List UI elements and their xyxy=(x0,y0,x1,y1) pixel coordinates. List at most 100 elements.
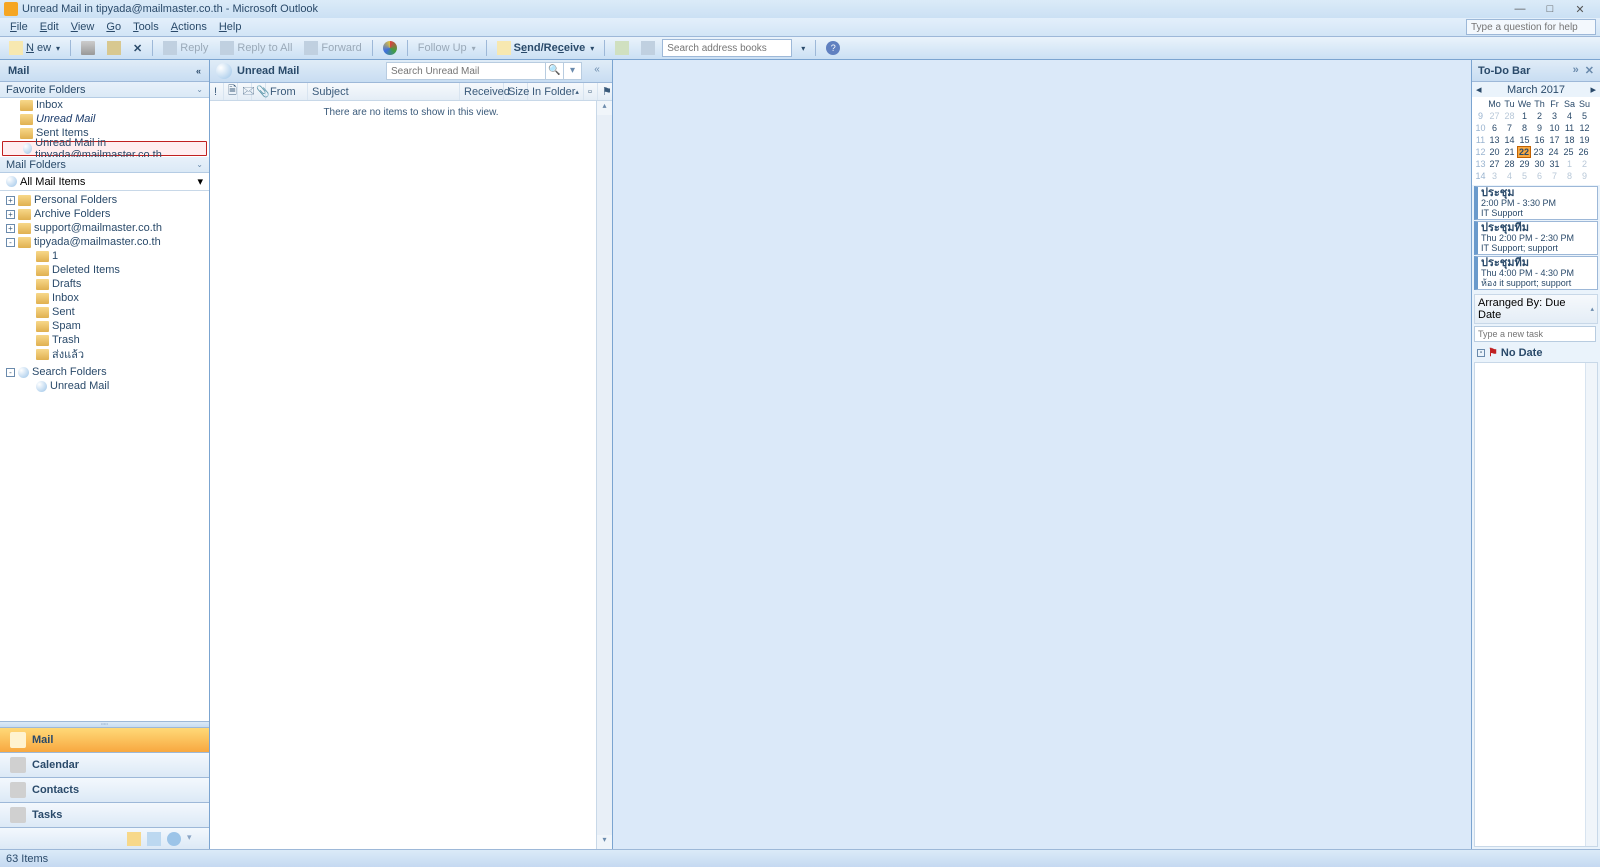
menu-file[interactable]: File xyxy=(4,21,34,33)
scroll-up-icon[interactable]: ▴ xyxy=(597,101,612,115)
tree-item[interactable]: +Personal Folders xyxy=(0,193,209,207)
calendar-day[interactable]: 8 xyxy=(1562,170,1577,182)
todo-scrollbar[interactable] xyxy=(1585,363,1597,846)
menu-edit[interactable]: Edit xyxy=(34,21,65,33)
calendar-day[interactable]: 23 xyxy=(1531,146,1546,158)
help-search-input[interactable] xyxy=(1466,19,1596,35)
calendar-day[interactable]: 5 xyxy=(1577,110,1592,122)
calendar-day[interactable]: 2 xyxy=(1532,110,1547,122)
calendar-day[interactable]: 31 xyxy=(1547,158,1562,170)
calendar-day[interactable]: 7 xyxy=(1502,122,1517,134)
expand-icon[interactable]: + xyxy=(6,210,15,219)
calendar-day[interactable]: 6 xyxy=(1487,122,1502,134)
delete-button[interactable]: ✕ xyxy=(128,40,147,57)
col-categories[interactable]: ▫ xyxy=(584,83,598,100)
calendar-day[interactable]: 1 xyxy=(1562,158,1577,170)
maximize-button[interactable]: □ xyxy=(1540,3,1560,16)
tree-item[interactable]: Drafts xyxy=(0,277,209,291)
col-attachment[interactable]: 📎 xyxy=(252,83,266,100)
search-dropdown-icon[interactable]: ▾ xyxy=(564,62,582,80)
expand-icon[interactable]: - xyxy=(6,368,15,377)
notes-icon[interactable] xyxy=(127,832,141,846)
close-button[interactable]: ✕ xyxy=(1570,3,1590,16)
help-button[interactable]: ? xyxy=(821,39,845,57)
col-from[interactable]: From xyxy=(266,83,308,100)
dropdown-icon[interactable]: ▾ xyxy=(197,175,203,188)
scroll-down-icon[interactable]: ▾ xyxy=(597,835,612,849)
follow-up-button[interactable]: Follow Up▾ xyxy=(413,40,481,56)
favorite-folders-header[interactable]: Favorite Folders ⌄ xyxy=(0,82,209,98)
all-mail-items[interactable]: All Mail Items ▾ xyxy=(0,173,209,191)
mail-folders-header[interactable]: Mail Folders ⌄ xyxy=(0,157,209,173)
favorite-folder[interactable]: Inbox xyxy=(0,98,209,112)
new-task-input[interactable] xyxy=(1474,326,1596,342)
move-button[interactable] xyxy=(102,39,126,57)
appointment[interactable]: ประชุม2:00 PM - 3:30 PMIT Support xyxy=(1474,186,1598,220)
calendar-day[interactable]: 21 xyxy=(1502,146,1517,158)
prev-month-icon[interactable]: ◂ xyxy=(1476,83,1482,96)
address-search-input[interactable] xyxy=(662,39,792,57)
calendar-day[interactable]: 27 xyxy=(1487,158,1502,170)
categorize-button[interactable] xyxy=(378,39,402,57)
print-button[interactable] xyxy=(76,39,100,57)
calendar-day[interactable]: 11 xyxy=(1562,122,1577,134)
col-received[interactable]: Received xyxy=(460,83,504,100)
tree-item[interactable]: Trash xyxy=(0,333,209,347)
menu-help[interactable]: Help xyxy=(213,21,248,33)
search-icon[interactable]: 🔍 xyxy=(546,62,564,80)
favorite-folder[interactable]: Unread Mail xyxy=(0,112,209,126)
shortcuts-icon[interactable] xyxy=(167,832,181,846)
nav-button-mail[interactable]: Mail xyxy=(0,727,209,752)
calendar-day[interactable]: 26 xyxy=(1576,146,1591,158)
calendar-day[interactable]: 24 xyxy=(1546,146,1561,158)
expand-icon[interactable]: + xyxy=(6,224,15,233)
calendar-day[interactable]: 4 xyxy=(1562,110,1577,122)
calendar-day[interactable]: 16 xyxy=(1532,134,1547,146)
calendar-day[interactable]: 17 xyxy=(1547,134,1562,146)
reply-all-button[interactable]: Reply to All xyxy=(215,39,297,57)
calendar-day[interactable]: 20 xyxy=(1487,146,1502,158)
tree-item[interactable]: Unread Mail xyxy=(0,379,209,393)
calendar-day[interactable]: 22 xyxy=(1517,146,1531,158)
calendar-day[interactable]: 1 xyxy=(1517,110,1532,122)
calendar-day[interactable]: 3 xyxy=(1547,110,1562,122)
tree-item[interactable]: -Search Folders xyxy=(0,365,209,379)
forward-button[interactable]: Forward xyxy=(299,39,366,57)
collapse-nav-icon[interactable]: « xyxy=(196,66,201,76)
tree-item[interactable]: -tipyada@mailmaster.co.th xyxy=(0,235,209,249)
calendar-day[interactable]: 12 xyxy=(1577,122,1592,134)
new-button[interactable]: New▾ xyxy=(4,39,65,57)
calendar-day[interactable]: 15 xyxy=(1517,134,1532,146)
calendar-day[interactable]: 19 xyxy=(1577,134,1592,146)
calendar-day[interactable]: 14 xyxy=(1502,134,1517,146)
tree-item[interactable]: +Archive Folders xyxy=(0,207,209,221)
calendar-day[interactable]: 18 xyxy=(1562,134,1577,146)
calendar-day[interactable]: 10 xyxy=(1547,122,1562,134)
menu-actions[interactable]: Actions xyxy=(165,21,213,33)
menu-tools[interactable]: Tools xyxy=(127,21,165,33)
col-reminder[interactable]: 🖂 xyxy=(238,83,252,100)
reply-button[interactable]: Reply xyxy=(158,39,213,57)
list-scrollbar[interactable]: ▴ ▾ xyxy=(596,101,612,849)
col-size[interactable]: Size xyxy=(504,83,528,100)
appointment[interactable]: ประชุมทีมThu 4:00 PM - 4:30 PMห้อง it su… xyxy=(1474,256,1598,290)
expand-icon[interactable]: + xyxy=(6,196,15,205)
calendar-day[interactable]: 30 xyxy=(1532,158,1547,170)
calendar-day[interactable]: 28 xyxy=(1502,110,1517,122)
calendar-day[interactable]: 3 xyxy=(1487,170,1502,182)
search-input[interactable] xyxy=(386,62,546,80)
calendar-day[interactable]: 29 xyxy=(1517,158,1532,170)
tree-item[interactable]: Inbox xyxy=(0,291,209,305)
menu-go[interactable]: Go xyxy=(100,21,127,33)
address-search-dropdown[interactable]: ▾ xyxy=(794,42,810,55)
calendar-day[interactable]: 9 xyxy=(1577,170,1592,182)
calendar-day[interactable]: 7 xyxy=(1547,170,1562,182)
calendar-day[interactable]: 28 xyxy=(1502,158,1517,170)
calendar-day[interactable]: 25 xyxy=(1561,146,1576,158)
tree-item[interactable]: ส่งแล้ว xyxy=(0,347,209,361)
calendar-day[interactable]: 6 xyxy=(1532,170,1547,182)
folder-list-icon[interactable] xyxy=(147,832,161,846)
nav-button-contacts[interactable]: Contacts xyxy=(0,777,209,802)
calendar-day[interactable]: 5 xyxy=(1517,170,1532,182)
expand-icon[interactable]: - xyxy=(1477,349,1485,357)
